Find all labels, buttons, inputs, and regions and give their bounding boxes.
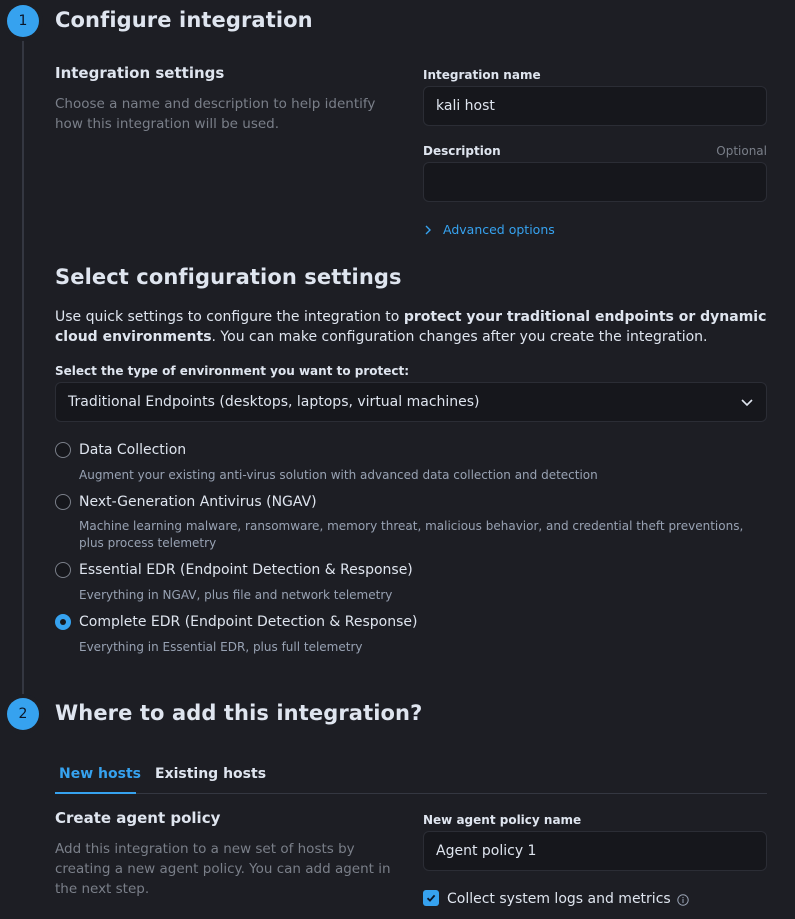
environment-selected-value: Traditional Endpoints (desktops, laptops… — [68, 394, 480, 410]
option-essential-edr-desc: Everything in NGAV, plus file and networ… — [79, 588, 393, 602]
agent-policy-name-label: New agent policy name — [423, 813, 582, 827]
step-2-number: 2 — [7, 698, 39, 730]
description-input[interactable] — [423, 162, 767, 202]
environment-select[interactable]: Traditional Endpoints (desktops, laptops… — [55, 382, 767, 422]
integration-settings-description: Choose a name and description to help id… — [55, 96, 376, 132]
option-essential-edr-label[interactable]: Essential EDR (Endpoint Detection & Resp… — [79, 562, 413, 578]
configuration-intro-plain: Use quick settings to configure the inte… — [55, 309, 404, 325]
option-data-collection-label[interactable]: Data Collection — [79, 442, 186, 458]
option-data-collection-desc: Augment your existing anti-virus solutio… — [79, 468, 598, 482]
integration-name-value: kali host — [436, 98, 495, 114]
radio-complete-edr[interactable] — [55, 614, 71, 630]
tab-active-indicator — [55, 792, 136, 794]
step-1-title: Configure integration — [55, 8, 313, 32]
info-icon[interactable] — [676, 894, 689, 906]
configuration-settings-title: Select configuration settings — [55, 265, 402, 289]
chevron-down-icon — [740, 395, 754, 409]
advanced-options-label: Advanced options — [443, 222, 555, 237]
integration-name-label: Integration name — [423, 68, 541, 82]
description-optional-hint: Optional — [716, 144, 767, 158]
collect-logs-row: Collect system logs and metrics — [447, 891, 689, 907]
environment-select-label: Select the type of environment you want … — [55, 364, 410, 378]
radio-ngav[interactable] — [55, 494, 71, 510]
steps-rail — [22, 20, 24, 715]
option-ngav-label[interactable]: Next-Generation Antivirus (NGAV) — [79, 494, 317, 510]
configuration-intro: Use quick settings to configure the inte… — [55, 307, 770, 347]
option-complete-edr-desc: Everything in Essential EDR, plus full t… — [79, 640, 363, 654]
tab-new-hosts[interactable]: New hosts — [59, 766, 141, 782]
integration-settings-title: Integration settings — [55, 64, 225, 82]
configuration-intro-rest: . You can make configuration changes aft… — [211, 329, 708, 345]
tab-existing-hosts[interactable]: Existing hosts — [155, 766, 266, 782]
collect-logs-checkbox[interactable] — [423, 890, 439, 906]
create-agent-policy-description: Add this integration to a new set of hos… — [55, 841, 391, 897]
tabs-divider — [55, 793, 767, 794]
agent-policy-name-input[interactable]: Agent policy 1 — [423, 831, 767, 871]
chevron-right-icon — [423, 225, 433, 235]
step-2-title: Where to add this integration? — [55, 701, 423, 725]
description-label: Description — [423, 144, 501, 158]
integration-name-input[interactable]: kali host — [423, 86, 767, 126]
agent-policy-name-value: Agent policy 1 — [436, 843, 537, 859]
advanced-options-toggle[interactable]: Advanced options — [423, 222, 555, 237]
radio-data-collection[interactable] — [55, 442, 71, 458]
collect-logs-label[interactable]: Collect system logs and metrics — [447, 891, 671, 907]
option-ngav-desc: Machine learning malware, ransomware, me… — [79, 519, 744, 550]
radio-essential-edr[interactable] — [55, 562, 71, 578]
create-agent-policy-title: Create agent policy — [55, 809, 221, 827]
checkmark-icon — [426, 893, 436, 903]
step-1-number: 1 — [7, 5, 39, 37]
option-complete-edr-label[interactable]: Complete EDR (Endpoint Detection & Respo… — [79, 614, 417, 630]
